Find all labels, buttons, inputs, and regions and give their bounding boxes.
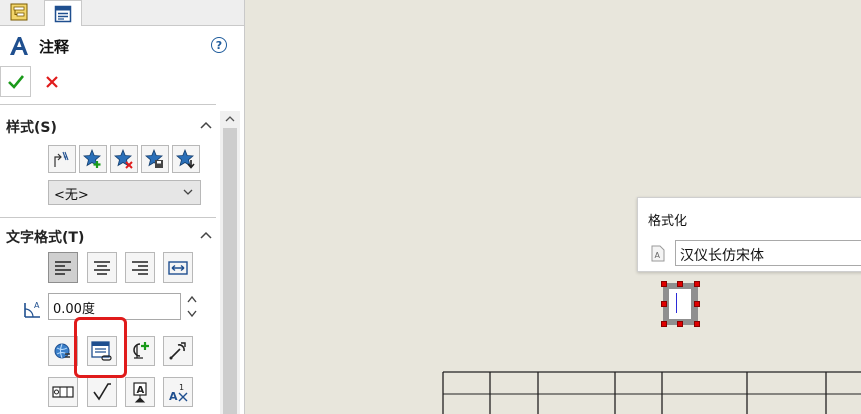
collapse-text-format-chevron-icon[interactable] <box>199 228 213 242</box>
divider <box>0 104 216 105</box>
add-symbol-icon <box>133 342 149 359</box>
format-popup-title: 格式化 <box>648 214 688 229</box>
format-popup: 格式化 A 汉仪长仿宋体 <box>637 197 861 272</box>
fit-text-icon <box>168 260 188 275</box>
load-style-button[interactable] <box>172 145 200 173</box>
add-style-icon <box>83 149 101 168</box>
style-dropdown-value: <无> <box>54 188 89 203</box>
align-right-button[interactable] <box>125 252 155 283</box>
highlight-annotation <box>74 317 127 378</box>
tab-feature-manager[interactable] <box>0 0 38 24</box>
resize-handle[interactable] <box>694 281 700 287</box>
fit-text-button[interactable] <box>163 252 193 283</box>
resize-handle[interactable] <box>661 281 667 287</box>
checkmark-icon <box>7 74 24 89</box>
svg-text:1: 1 <box>179 383 184 392</box>
align-right-icon <box>132 260 148 275</box>
close-icon <box>46 75 58 88</box>
align-left-button[interactable] <box>48 252 78 283</box>
section-text-format-title: 文字格式(T) <box>6 230 85 246</box>
delete-style-button[interactable] <box>110 145 138 173</box>
font-name-value: 汉仪长仿宋体 <box>680 248 764 264</box>
text-angle-icon: A <box>24 301 40 318</box>
lock-note-icon <box>169 342 186 360</box>
property-manager-icon <box>54 5 72 22</box>
apply-style-icon <box>54 151 69 167</box>
svg-text:A: A <box>34 301 40 310</box>
datum-target-icon: A 1 <box>169 383 188 403</box>
font-file-icon: A <box>651 245 665 262</box>
geometric-tolerance-icon <box>52 386 74 398</box>
note-a-icon <box>10 37 28 55</box>
divider <box>0 217 216 218</box>
note-text-area[interactable] <box>669 289 691 319</box>
ok-button[interactable] <box>0 66 31 97</box>
save-style-icon <box>145 149 163 168</box>
align-center-icon <box>94 260 110 275</box>
page-title: 注释 <box>39 38 70 56</box>
svg-text:A: A <box>655 251 661 260</box>
collapse-style-chevron-icon[interactable] <box>199 118 213 132</box>
help-icon[interactable]: ? <box>211 37 227 53</box>
hyperlink-globe-icon <box>54 343 70 359</box>
resize-handle[interactable] <box>661 321 667 327</box>
property-manager-panel: 注释 ? 样式(S) <无> 文字格式(T) A 0.00度 A A 1 <box>0 0 245 414</box>
scroll-up-button[interactable] <box>220 111 240 127</box>
cancel-button[interactable] <box>38 66 66 97</box>
delete-style-icon <box>114 149 133 169</box>
datum-feature-icon: A <box>133 382 147 403</box>
save-style-button[interactable] <box>141 145 169 173</box>
svg-text:A: A <box>137 385 145 396</box>
insert-gtol-button[interactable] <box>48 377 78 407</box>
text-caret <box>676 293 677 313</box>
resize-handle[interactable] <box>677 281 683 287</box>
feature-manager-tree-icon <box>10 3 28 21</box>
resize-handle[interactable] <box>694 321 700 327</box>
style-dropdown[interactable]: <无> <box>48 180 201 205</box>
load-style-icon <box>176 149 195 169</box>
angle-spinner-icon[interactable] <box>184 293 200 320</box>
datum-feature-button[interactable]: A <box>125 377 155 407</box>
resize-handle[interactable] <box>694 301 700 307</box>
font-name-field[interactable]: 汉仪长仿宋体 <box>675 240 861 266</box>
chevron-down-icon <box>183 189 193 195</box>
resize-handle[interactable] <box>677 321 683 327</box>
tab-property-manager[interactable] <box>44 0 82 26</box>
chevron-up-icon <box>225 116 235 122</box>
align-left-icon <box>55 260 71 275</box>
align-center-button[interactable] <box>87 252 117 283</box>
surface-finish-button[interactable] <box>87 377 117 407</box>
text-angle-input[interactable]: 0.00度 <box>48 293 181 320</box>
lock-note-button[interactable] <box>163 336 193 366</box>
add-style-button[interactable] <box>79 145 107 173</box>
scroll-thumb[interactable] <box>223 128 237 414</box>
apply-style-button[interactable] <box>48 145 76 173</box>
add-symbol-button[interactable] <box>125 336 155 366</box>
svg-text:A: A <box>169 390 178 403</box>
surface-finish-icon <box>93 383 111 401</box>
panel-tabs <box>0 0 244 26</box>
text-angle-value: 0.00度 <box>53 302 95 317</box>
resize-handle[interactable] <box>661 301 667 307</box>
section-style-title: 样式(S) <box>6 120 57 136</box>
datum-target-button[interactable]: A 1 <box>163 377 193 407</box>
